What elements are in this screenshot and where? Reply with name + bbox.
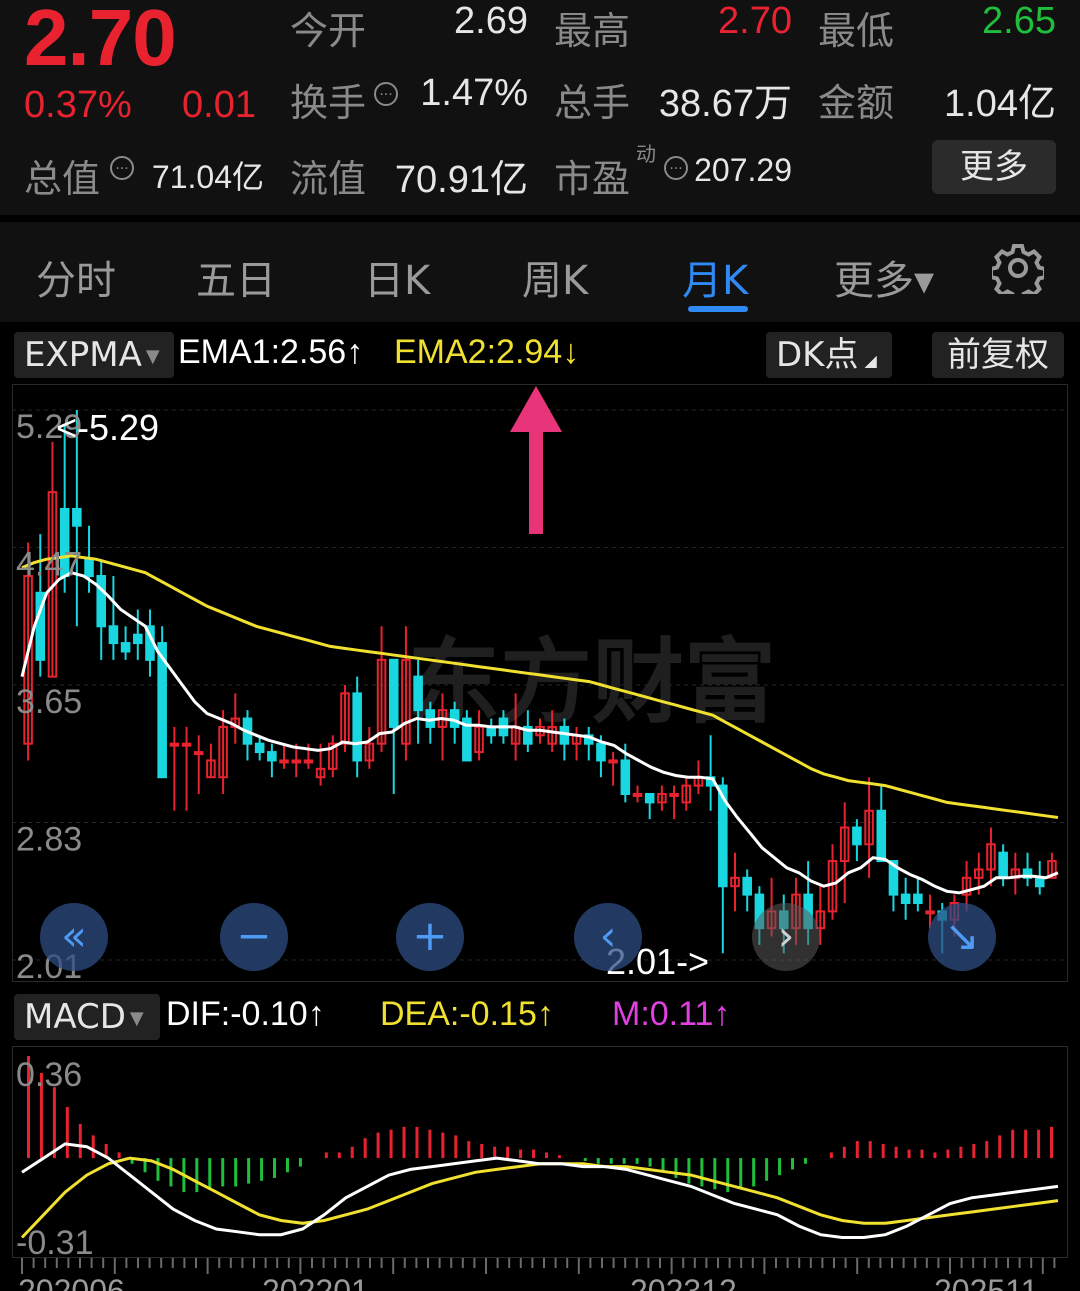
dk-point-button[interactable]: DK点 ◢ (766, 332, 892, 378)
tab-five-day[interactable]: 五日 (196, 248, 276, 306)
amount-label: 金额 (818, 81, 895, 125)
main-indicator-selector[interactable]: EXPMA ▼ (14, 332, 174, 378)
corner-triangle-icon: ◢ (864, 351, 877, 370)
zoom-out-icon[interactable]: − (220, 903, 288, 971)
ema1-value: EMA1:2.56↑ (178, 333, 364, 371)
candle (462, 710, 472, 762)
zoom-in-icon[interactable]: + (396, 903, 464, 971)
caret-down-icon: ▼ (129, 1007, 144, 1029)
reset-view-icon[interactable]: ↘ (928, 903, 996, 971)
low-label: 最低 (818, 9, 895, 53)
float-value: 70.91亿 (394, 159, 528, 201)
high-label: 最高 (554, 9, 631, 53)
dea-value: DEA:-0.15↑ (380, 995, 554, 1033)
pe-label: 市盈 (554, 157, 631, 201)
amount-value: 1.04亿 (944, 83, 1056, 125)
open-label: 今开 (290, 9, 367, 53)
scroll-left-fast-icon[interactable]: « (40, 903, 108, 971)
turnover-label: 换手 (290, 81, 367, 125)
tab-intraday[interactable]: 分时 (36, 248, 116, 306)
kline-chart[interactable]: 东方财富 5.294.473.652.832.01 <-5.29 2.01-> (12, 384, 1068, 982)
mktcap-info-icon[interactable]: ··· (110, 156, 134, 180)
low-value: 2.65 (982, 0, 1056, 42)
candle (157, 626, 167, 779)
turnover-value: 1.47% (420, 72, 528, 114)
tab-more[interactable]: 更多▾ (834, 248, 934, 306)
sub-indicator-name: MACD (24, 997, 126, 1037)
date-label: 202006 (18, 1273, 125, 1291)
price-tick-label: 4.47 (16, 546, 82, 584)
dif-value: DIF:-0.10↑ (166, 995, 325, 1033)
last-price: 2.70 (24, 0, 177, 82)
price-tick-label: 2.83 (16, 821, 82, 859)
tab-daily-k[interactable]: 日K (364, 248, 430, 306)
date-tick-marks (21, 1258, 1056, 1274)
date-label: 202511 (934, 1273, 1038, 1291)
scroll-right-icon[interactable]: › (752, 903, 820, 971)
max-price-annotation: <-5.29 (56, 407, 159, 448)
price-tick-label: 3.65 (16, 683, 82, 721)
macd-max-label: 0.36 (16, 1056, 82, 1094)
more-quote-button[interactable]: 更多 (932, 140, 1056, 194)
mktcap-value: 71.04亿 (151, 159, 264, 195)
change-amount: 0.01 (182, 84, 256, 126)
period-tabs: 分时 五日 日K 周K 月K 更多▾ (0, 222, 1080, 322)
mktcap-label: 总值 (24, 157, 101, 201)
settings-gear-icon[interactable] (992, 242, 1044, 294)
date-axis: 202006 202201 202312 202511 (18, 1258, 1056, 1291)
m-value: M:0.11↑ (612, 995, 731, 1033)
main-indicator-bar: EXPMA ▼ EMA1:2.56↑ EMA2:2.94↓ DK点 ◢ 前复权 (0, 328, 1080, 384)
open-value: 2.69 (454, 0, 528, 42)
tab-weekly-k[interactable]: 周K (522, 248, 588, 306)
high-value: 2.70 (718, 0, 792, 42)
date-label: 202201 (262, 1273, 369, 1291)
active-tab-indicator (688, 306, 748, 312)
scroll-left-icon[interactable]: ‹ (574, 903, 642, 971)
ema2-value: EMA2:2.94↓ (394, 333, 580, 371)
pe-dynamic-mark: 动 (636, 142, 656, 166)
sub-indicator-selector[interactable]: MACD ▼ (14, 994, 160, 1040)
quote-header: 2.70 0.37% 0.01 今开 2.69 最高 2.70 最低 2.65 … (0, 0, 1080, 215)
volume-value: 38.67万 (658, 83, 792, 125)
pe-value: 207.29 (694, 152, 792, 188)
sub-indicator-bar: MACD ▼ DIF:-0.10↑ DEA:-0.15↑ M:0.11↑ (0, 990, 1080, 1046)
date-label: 202312 (630, 1273, 737, 1291)
pe-info-icon[interactable]: ··· (664, 156, 688, 180)
change-percent: 0.37% (24, 84, 132, 126)
float-label: 流值 (290, 157, 367, 201)
tab-monthly-k[interactable]: 月K (682, 248, 748, 306)
macd-min-label: -0.31 (16, 1224, 94, 1258)
caret-down-icon: ▼ (145, 345, 160, 367)
volume-label: 总手 (554, 81, 631, 125)
macd-chart[interactable]: 0.36 -0.31 (12, 1046, 1068, 1258)
adjust-button[interactable]: 前复权 (932, 332, 1064, 378)
turnover-info-icon[interactable]: ··· (374, 82, 398, 106)
dk-point-label: DK点 (776, 335, 859, 375)
main-indicator-name: EXPMA (24, 335, 142, 375)
